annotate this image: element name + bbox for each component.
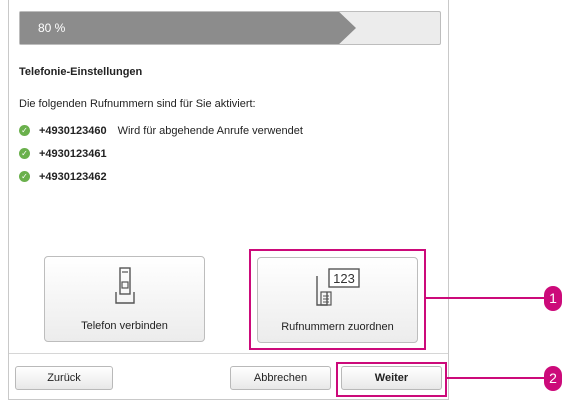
callout-line-2 xyxy=(447,377,544,379)
progress-fill xyxy=(20,12,356,44)
intro-text: Die folgenden Rufnummern sind für Sie ak… xyxy=(19,98,256,110)
list-item: ✓ +4930123461 xyxy=(19,142,303,165)
section-title: Telefonie-Einstellungen xyxy=(19,66,143,78)
callout-line-1 xyxy=(426,297,544,299)
list-item: ✓ +4930123460 Wird für abgehende Anrufe … xyxy=(19,119,303,142)
check-icon: ✓ xyxy=(19,171,30,182)
back-button[interactable]: Zurück xyxy=(15,366,113,390)
list-item: ✓ +4930123462 xyxy=(19,165,303,188)
check-icon: ✓ xyxy=(19,125,30,136)
connect-phone-label: Telefon verbinden xyxy=(81,320,168,332)
footer-divider xyxy=(9,353,448,354)
progress-label: 80 % xyxy=(38,21,66,35)
highlight-assign-numbers xyxy=(249,249,426,350)
number-note: Wird für abgehende Anrufe verwendet xyxy=(117,124,303,137)
cancel-button[interactable]: Abbrechen xyxy=(230,366,331,390)
phone-number: +4930123460 xyxy=(39,124,107,137)
phone-number: +4930123462 xyxy=(39,170,107,183)
callout-badge-2: 2 xyxy=(544,366,562,391)
check-icon: ✓ xyxy=(19,148,30,159)
callout-badge-1: 1 xyxy=(544,286,562,311)
progress-bar: 80 % xyxy=(19,11,441,45)
phone-icon xyxy=(114,267,135,304)
connect-phone-button[interactable]: Telefon verbinden xyxy=(44,256,205,342)
highlight-next xyxy=(336,362,447,397)
number-list: ✓ +4930123460 Wird für abgehende Anrufe … xyxy=(19,119,303,188)
phone-number: +4930123461 xyxy=(39,147,107,160)
